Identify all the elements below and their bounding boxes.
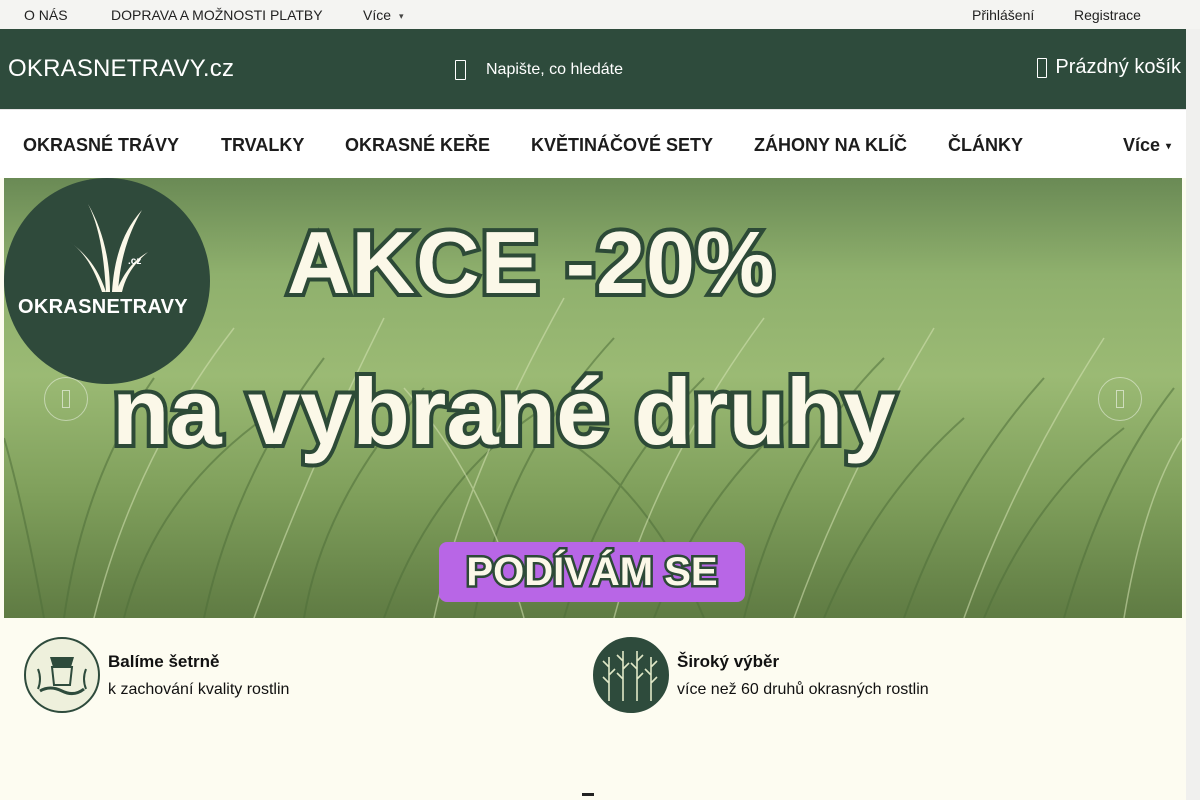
- section-heading-cutoff: [582, 793, 594, 800]
- topbar-link-doprava[interactable]: DOPRAVA A MOŽNOSTI PLATBY: [111, 7, 323, 23]
- carousel-next-button[interactable]: [1098, 377, 1142, 421]
- grass-logo-icon: [70, 204, 148, 292]
- search-icon[interactable]: [455, 60, 466, 80]
- search-placeholder: Napište, co hledáte: [486, 61, 623, 78]
- topbar-more-menu[interactable]: Více ▾: [363, 7, 404, 23]
- brand-badge: .cz OKRASNETRAVY: [4, 178, 210, 384]
- site-logo[interactable]: OKRASNETRAVY.cz: [8, 55, 234, 83]
- badge-cz: .cz: [128, 256, 142, 267]
- search-input[interactable]: Napište, co hledáte: [455, 59, 623, 81]
- feature-selection: Široký výběr více než 60 druhů okrasných…: [593, 637, 1133, 713]
- nav-item-okrasne-kere[interactable]: OKRASNÉ KEŘE: [345, 135, 490, 156]
- page-scrollbar[interactable]: [1186, 29, 1200, 800]
- feature-packaging: Balíme šetrně k zachování kvality rostli…: [24, 637, 544, 713]
- chevron-left-icon: [62, 390, 70, 408]
- feature-packaging-title: Balíme šetrně: [108, 652, 220, 671]
- nav-item-kvetinacove-sety[interactable]: KVĚTINÁČOVÉ SETY: [531, 135, 713, 156]
- login-link[interactable]: Přihlášení: [972, 7, 1034, 23]
- packaging-icon: [24, 637, 100, 713]
- topbar-more-label: Více: [363, 7, 392, 23]
- nav-item-trvalky[interactable]: TRVALKY: [221, 135, 304, 156]
- register-link[interactable]: Registrace: [1074, 7, 1141, 23]
- topbar-link-o-nas[interactable]: O NÁS: [24, 7, 68, 23]
- site-header: OKRASNETRAVY.cz Napište, co hledáte Práz…: [0, 29, 1186, 109]
- feature-selection-subtitle: více než 60 druhů okrasných rostlin: [677, 681, 929, 698]
- carousel-prev-button[interactable]: [44, 377, 88, 421]
- main-nav: OKRASNÉ TRÁVY TRVALKY OKRASNÉ KEŘE KVĚTI…: [0, 109, 1186, 178]
- nav-item-clanky[interactable]: ČLÁNKY: [948, 135, 1023, 156]
- feature-packaging-subtitle: k zachování kvality rostlin: [108, 681, 290, 698]
- chevron-down-icon: ▾: [399, 11, 404, 21]
- feature-selection-title: Široký výběr: [677, 652, 780, 671]
- banner-cta-button[interactable]: PODÍVÁM SE: [439, 542, 745, 602]
- chevron-right-icon: [1116, 390, 1124, 408]
- nav-more-menu[interactable]: Více ▾: [1123, 135, 1171, 156]
- nav-item-zahony-na-klic[interactable]: ZÁHONY NA KLÍČ: [754, 135, 907, 156]
- chevron-down-icon: ▾: [1166, 141, 1172, 152]
- banner-headline-species: na vybrané druhy: [108, 355, 900, 468]
- banner-headline-sale: AKCE -20%: [283, 209, 778, 316]
- nav-more-label: Více: [1123, 135, 1161, 155]
- plants-icon: [593, 637, 669, 713]
- hero-banner[interactable]: .cz OKRASNETRAVY AKCE -20% na vybrané dr…: [4, 178, 1182, 618]
- nav-item-okrasne-travy[interactable]: OKRASNÉ TRÁVY: [23, 135, 179, 156]
- cart-icon: [1037, 57, 1048, 78]
- cart-button[interactable]: Prázdný košík: [1037, 56, 1181, 79]
- top-utility-bar: O NÁS DOPRAVA A MOŽNOSTI PLATBY Více ▾ Př…: [0, 0, 1200, 29]
- badge-name: OKRASNETRAVY: [18, 296, 188, 318]
- cart-label: Prázdný košík: [1055, 56, 1181, 78]
